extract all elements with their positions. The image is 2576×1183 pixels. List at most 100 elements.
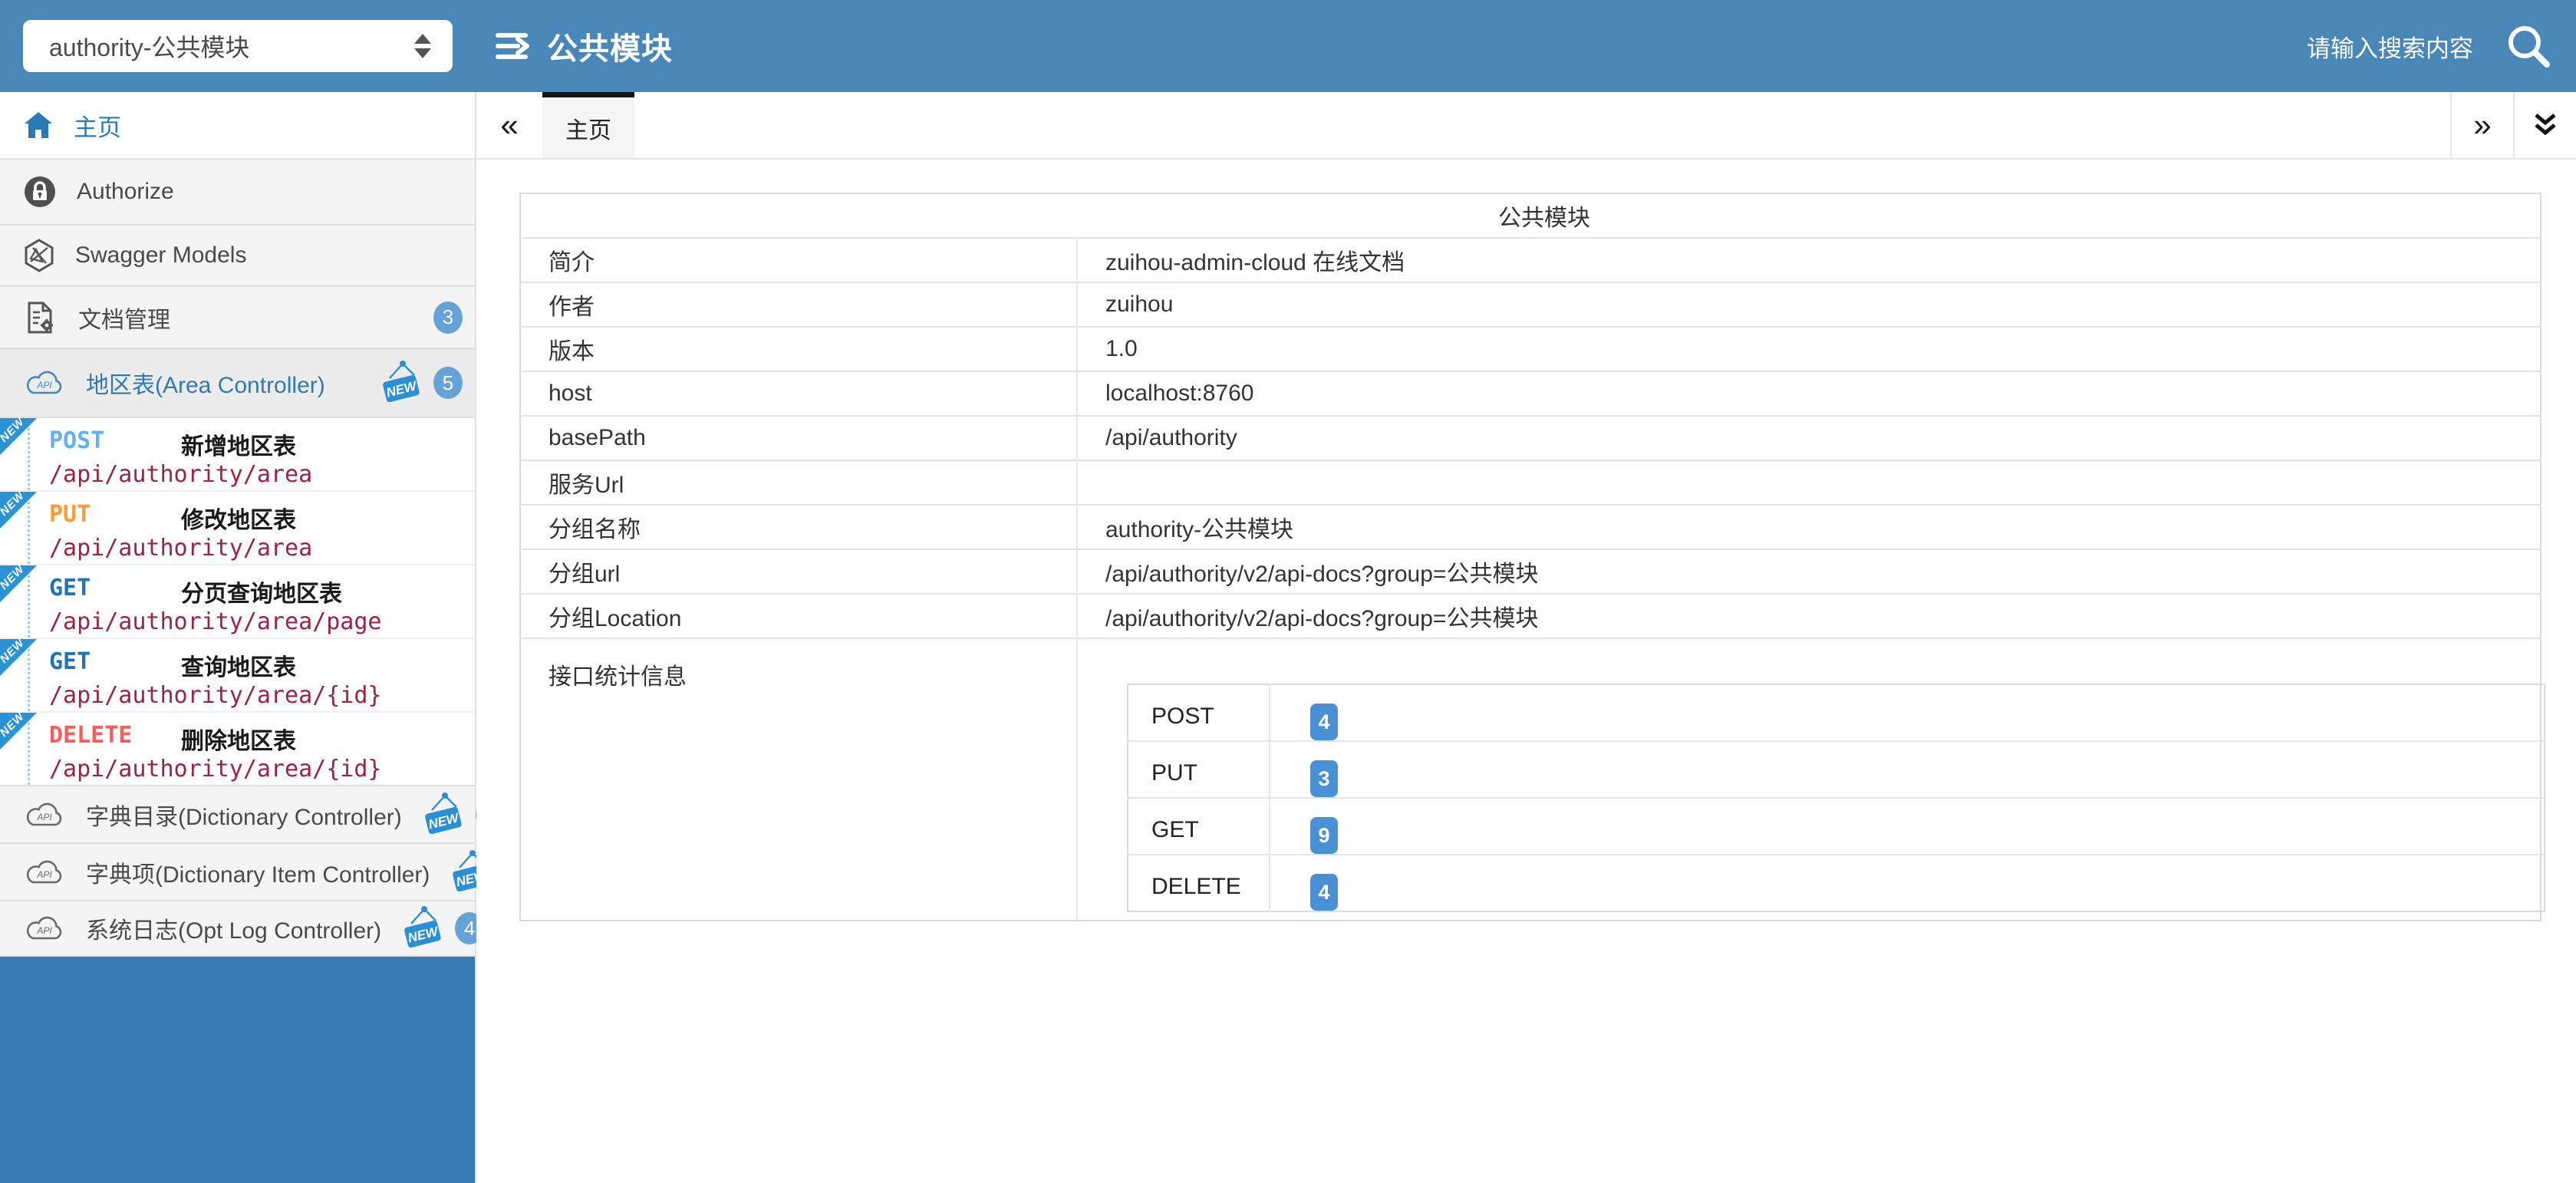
endpoint-item[interactable]: NEW GET分页查询地区表 /api/authority/area/page (0, 565, 475, 639)
home-icon (23, 110, 54, 140)
tabs-scroll-right-button[interactable]: » (2450, 92, 2513, 158)
select-arrows-icon (414, 34, 431, 58)
sidebar-item-dictionary-item-controller[interactable]: API 字典项(Dictionary Item Controller) NEW (0, 844, 475, 901)
sidebar-item-opt-log-controller[interactable]: API 系统日志(Opt Log Controller) NEW (0, 901, 475, 957)
endpoint-path: /api/authority/area/{id} (49, 682, 381, 709)
info-table-title: 公共模块 (520, 193, 2541, 238)
endpoint-method: PUT (49, 501, 156, 535)
row-label: 版本 (520, 327, 1077, 371)
stats-row: POST 4 (1128, 684, 2545, 741)
row-value: localhost:8760 (1077, 371, 2541, 416)
document-gear-icon (23, 300, 58, 335)
stats-count-badge: 9 (1310, 817, 1338, 854)
tabs-collapse-all-button[interactable] (2513, 92, 2576, 158)
endpoint-path: /api/authority/area (49, 461, 312, 488)
endpoint-name: 修改地区表 (181, 501, 296, 535)
sidebar-item-label: 字典项(Dictionary Item Controller) (86, 855, 430, 889)
endpoint-item[interactable]: NEW POST新增地区表 /api/authority/area (0, 418, 475, 492)
endpoint-path: /api/authority/area/{id} (49, 756, 381, 783)
endpoint-list: NEW POST新增地区表 /api/authority/area NEW PU… (0, 418, 475, 786)
sidebar-item-label: 文档管理 (78, 301, 413, 334)
align-arrow-icon (495, 28, 535, 64)
endpoint-item[interactable]: NEW DELETE删除地区表 /api/authority/area/{id} (0, 713, 475, 786)
sidebar-item-label: 系统日志(Opt Log Controller) (86, 911, 381, 945)
table-row: 分组url/api/authority/v2/api-docs?group=公共… (520, 549, 2541, 594)
method-stats-table: POST 4 PUT3 GET 9 DELETE 4 (1127, 684, 2545, 912)
stats-method: POST (1128, 684, 1270, 741)
api-group-selected-value: authority-公共模块 (49, 28, 414, 64)
svg-text:API: API (36, 812, 52, 822)
table-row: 版本1.0 (520, 327, 2541, 371)
page-title: 公共模块 (547, 24, 673, 68)
sidebar-item-authorize[interactable]: Authorize (0, 160, 475, 226)
top-header: authority-公共模块 公共模块 请输入搜索内容 (0, 0, 2576, 92)
main-area: « 主页 » 公共模块 简介zuihou-admin-cloud 在线文档 作者… (476, 92, 2576, 1183)
sidebar-item-doc-manage[interactable]: 文档管理 3 (0, 287, 475, 349)
tabs-scroll-left-button[interactable]: « (476, 92, 542, 158)
endpoint-item[interactable]: NEW PUT修改地区表 /api/authority/area (0, 492, 475, 565)
endpoint-item[interactable]: NEW GET查询地区表 /api/authority/area/{id} (0, 639, 475, 713)
stats-method: DELETE (1128, 855, 1270, 911)
sidebar-item-label: Swagger Models (75, 242, 475, 269)
brand: 公共模块 (495, 0, 673, 92)
row-value: authority-公共模块 (1077, 505, 2541, 549)
tab-home[interactable]: 主页 (542, 92, 634, 158)
table-row: 分组Location/api/authority/v2/api-docs?gro… (520, 594, 2541, 638)
search-input[interactable]: 请输入搜索内容 (2307, 29, 2473, 64)
endpoint-name: 删除地区表 (181, 722, 296, 756)
sidebar-item-area-controller[interactable]: API 地区表(Area Controller) NEW (0, 349, 475, 418)
svg-text:API: API (36, 925, 52, 936)
endpoint-path: /api/authority/area (49, 535, 312, 562)
row-label: 分组名称 (520, 505, 1077, 549)
stats-row: PUT3 (1128, 741, 2545, 798)
sidebar-item-label: 地区表(Area Controller) (86, 366, 360, 400)
sidebar-item-label: 主页 (74, 108, 475, 143)
table-row: 服务Url (520, 460, 2541, 505)
search-icon[interactable] (2504, 21, 2553, 71)
stats-row: GET 9 (1128, 798, 2545, 855)
row-value: zuihou-admin-cloud 在线文档 (1077, 238, 2541, 282)
api-cloud-icon: API (23, 914, 66, 943)
table-row: hostlocalhost:8760 (520, 371, 2541, 416)
table-row: basePath/api/authority (520, 416, 2541, 460)
swagger-bootstrap-ui-app: authority-公共模块 公共模块 请输入搜索内容 (0, 0, 2576, 1183)
table-row-stats: 接口统计信息 POST4 PUT3 GET9 DELETE4 (520, 638, 2541, 921)
row-label: host (520, 371, 1077, 416)
row-label: 服务Url (520, 460, 1077, 505)
new-sign-icon: NEW (401, 905, 444, 951)
stats-method: PUT (1128, 741, 1270, 798)
endpoint-path: /api/authority/area/page (49, 608, 381, 635)
models-hexagon-icon (23, 239, 55, 272)
api-cloud-icon: API (23, 800, 66, 829)
sidebar-item-swagger-models[interactable]: Swagger Models (0, 226, 475, 287)
count-badge: 5 (433, 367, 463, 399)
row-label: 分组url (520, 549, 1077, 594)
endpoint-name: 查询地区表 (181, 648, 296, 682)
endpoint-method: DELETE (49, 722, 156, 756)
stats-row: DELETE 4 (1128, 855, 2545, 911)
stats-method: GET (1128, 798, 1270, 855)
stats-count-badge: 4 (1310, 874, 1338, 911)
stats-count-badge: 4 (1310, 704, 1338, 740)
table-row: 作者zuihou (520, 282, 2541, 327)
row-value: /api/authority/v2/api-docs?group=公共模块 (1077, 594, 2541, 638)
api-group-select[interactable]: authority-公共模块 (23, 20, 453, 72)
row-value (1077, 460, 2541, 505)
row-label: basePath (520, 416, 1077, 460)
sidebar-item-home[interactable]: 主页 (0, 92, 475, 160)
count-badge: 3 (433, 302, 463, 334)
api-cloud-icon: API (23, 858, 66, 887)
sidebar-item-dictionary-controller[interactable]: API 字典目录(Dictionary Controller) NEW (0, 786, 475, 844)
endpoint-method: POST (49, 427, 156, 461)
table-row: 简介zuihou-admin-cloud 在线文档 (520, 238, 2541, 282)
row-value: /api/authority (1077, 416, 2541, 460)
table-row: 分组名称authority-公共模块 (520, 505, 2541, 549)
row-label: 作者 (520, 282, 1077, 327)
row-label: 分组Location (520, 594, 1077, 638)
sidebar-item-label: Authorize (77, 179, 475, 205)
search-area: 请输入搜索内容 (2307, 0, 2553, 92)
sidebar-filler (0, 957, 475, 1183)
row-label: 接口统计信息 (520, 638, 1077, 921)
lock-icon (23, 175, 57, 209)
stats-cell: POST4 PUT3 GET9 DELETE4 (1077, 638, 2541, 921)
